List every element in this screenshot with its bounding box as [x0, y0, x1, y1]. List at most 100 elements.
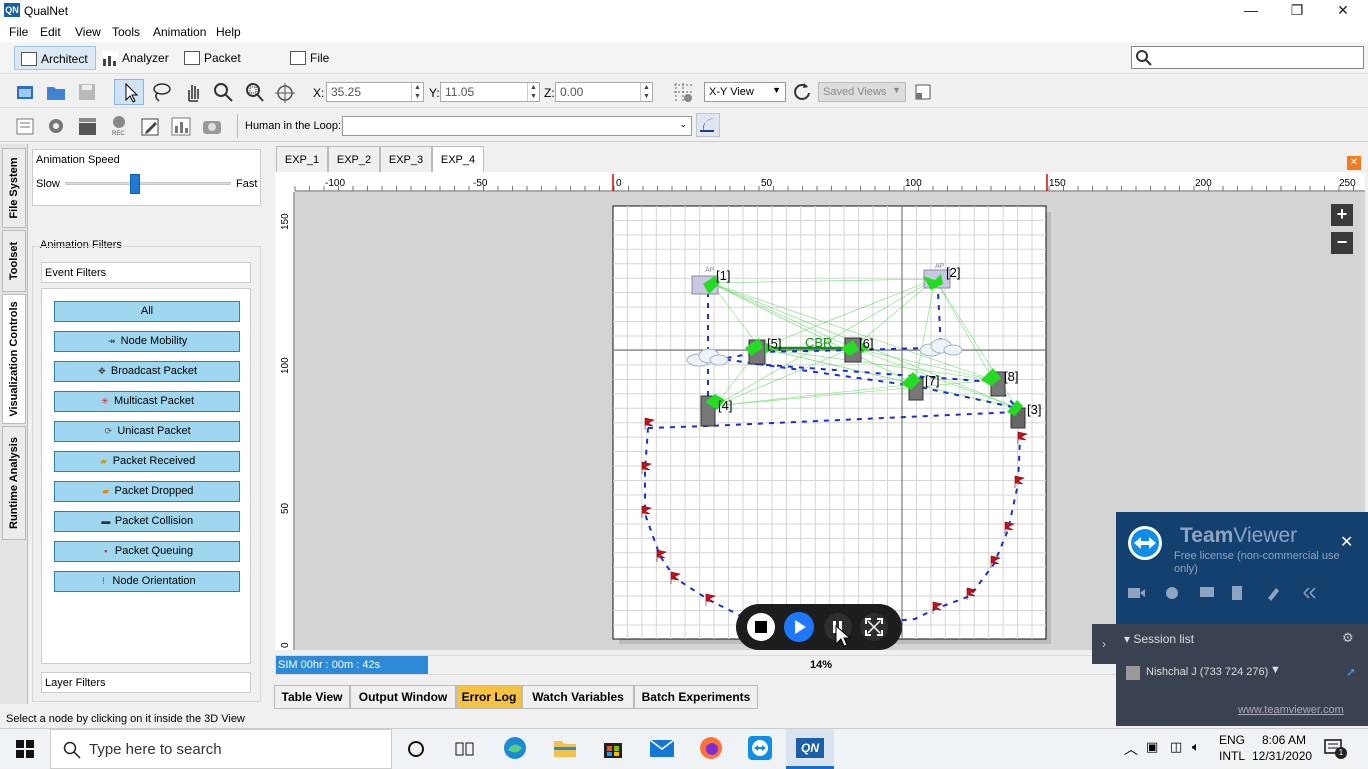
file-editor-button[interactable]: File Editor [284, 46, 368, 89]
properties-icon[interactable] [14, 115, 36, 137]
hitl-send-icon[interactable] [696, 113, 720, 137]
menu-file[interactable]: File [9, 25, 28, 39]
z-field[interactable]: 0.00 ▲ ▼ [555, 82, 653, 102]
settings-gear-icon[interactable] [45, 115, 67, 137]
chevron-down-icon[interactable]: ▼ [1270, 664, 1281, 676]
new-scenario-icon[interactable] [14, 81, 36, 103]
zoom-area-icon[interactable] [243, 81, 265, 103]
analyzer-button[interactable]: Analyzer [96, 46, 176, 70]
tab-table-view[interactable]: Table View [274, 685, 350, 709]
y-field[interactable]: 11.05 ▲ ▼ [440, 82, 540, 102]
teamviewer-collapse-handle[interactable]: › [1092, 624, 1116, 664]
select-tool-button[interactable] [114, 79, 144, 105]
menu-view[interactable]: View [75, 25, 101, 39]
filter-packet-dropped-button[interactable]: ▰ Packet Dropped [54, 481, 240, 502]
pan-hand-icon[interactable] [182, 81, 204, 103]
chevron-up-icon[interactable]: ︿ [1124, 739, 1138, 759]
x-field[interactable]: 35.25 ▲ ▼ [326, 82, 424, 102]
y-spinner[interactable]: ▲ ▼ [527, 83, 539, 101]
session-list-title[interactable]: ▾ Session list [1124, 632, 1194, 646]
play-button[interactable] [784, 612, 814, 642]
filter-multicast-packet-button[interactable]: ✳ Multicast Packet [54, 391, 240, 412]
tab-file-system[interactable]: File System [2, 148, 26, 228]
view-select[interactable]: X-Y View ▼ [704, 82, 786, 102]
close-tab-icon[interactable]: ✕ [1347, 156, 1361, 170]
speed-slider-track[interactable] [65, 182, 231, 185]
file-explorer-icon[interactable] [552, 736, 578, 760]
tab-batch-experiments[interactable]: Batch Experiments [634, 685, 758, 709]
edit-pencil-icon[interactable] [139, 115, 161, 137]
fullscreen-button[interactable] [860, 613, 888, 641]
zoom-out-icon[interactable]: − [1331, 232, 1353, 254]
clock-time[interactable]: 8:06 AM [1262, 733, 1306, 747]
menu-edit[interactable]: Edit [40, 25, 61, 39]
firefox-icon[interactable] [698, 735, 724, 761]
network-icon[interactable]: ◫ [1170, 739, 1182, 755]
language-top[interactable]: ENG [1219, 733, 1245, 747]
tab-exp-4[interactable]: EXP_4 [432, 146, 484, 173]
saved-views-select[interactable]: Saved Views ▼ [818, 82, 906, 102]
z-spinner[interactable]: ▲ ▼ [640, 83, 652, 101]
teamviewer-action-icons[interactable] [1128, 584, 1336, 602]
open-icon[interactable] [45, 81, 67, 103]
camera-icon[interactable] [201, 115, 223, 137]
task-view-icon[interactable] [454, 739, 476, 759]
rotate-icon[interactable] [274, 81, 296, 103]
cortana-icon[interactable] [406, 739, 426, 759]
device-icon[interactable]: ▣ [1146, 739, 1158, 755]
lasso-icon[interactable] [150, 81, 172, 103]
language-bottom[interactable]: INTL [1219, 749, 1245, 763]
close-window-button[interactable]: ✕ [1320, 0, 1366, 22]
grid-settings-icon[interactable] [672, 81, 694, 103]
store-icon[interactable] [601, 736, 625, 760]
close-icon[interactable]: ✕ [1340, 532, 1353, 552]
tab-toolset[interactable]: Toolset [2, 230, 26, 292]
filter-node-orientation-button[interactable]: ǃ Node Orientation [54, 571, 240, 592]
minimize-button[interactable]: — [1228, 0, 1274, 22]
filter-all-button[interactable]: All [54, 301, 240, 322]
stop-button[interactable] [747, 613, 775, 641]
teamviewer-url[interactable]: www.teamviewer.com [1238, 704, 1344, 716]
volume-icon[interactable]: 🔈︎ [1192, 739, 1200, 755]
filter-packet-queuing-button[interactable]: ▪ Packet Queuing [54, 541, 240, 562]
mail-icon[interactable] [649, 737, 675, 759]
hitl-input[interactable]: ⌄ [342, 116, 692, 136]
layer-filters-header[interactable]: Layer Filters [41, 672, 251, 693]
teamviewer-taskbar-icon[interactable] [747, 735, 773, 761]
zoom-icon[interactable] [212, 81, 234, 103]
restore-button[interactable]: ❐ [1274, 0, 1320, 22]
tab-exp-1[interactable]: EXP_1 [276, 146, 328, 172]
filter-packet-received-button[interactable]: ▰ Packet Received [54, 451, 240, 472]
record-icon[interactable]: REC [108, 114, 130, 136]
architect-button[interactable]: Architect [14, 46, 96, 70]
tab-error-log[interactable]: Error Log [456, 685, 522, 709]
tab-runtime-analysis[interactable]: Runtime Analysis [2, 426, 26, 540]
speed-slider-thumb[interactable] [129, 174, 140, 194]
menu-tools[interactable]: Tools [112, 25, 140, 39]
edge-browser-icon[interactable] [502, 735, 528, 761]
tab-output-window[interactable]: Output Window [350, 685, 456, 709]
clock-date[interactable]: 12/31/2020 [1252, 749, 1312, 763]
tab-exp-2[interactable]: EXP_2 [328, 146, 380, 172]
stats-chart-icon[interactable] [170, 115, 192, 137]
settings-gear-icon[interactable]: ⚙ [1342, 630, 1354, 646]
tab-visualization-controls[interactable]: Visualization Controls [2, 294, 26, 424]
session-user[interactable]: Nishchal J (733 724 276) [1146, 666, 1268, 678]
menu-animation[interactable]: Animation [153, 25, 206, 39]
tab-exp-3[interactable]: EXP_3 [380, 146, 432, 172]
filter-unicast-packet-button[interactable]: ⟳ Unicast Packet [54, 421, 240, 442]
tab-watch-variables[interactable]: Watch Variables [522, 685, 634, 709]
x-spinner[interactable]: ▲ ▼ [411, 83, 423, 101]
window-layout-icon[interactable] [912, 81, 934, 103]
clapperboard-icon[interactable] [76, 115, 98, 137]
menu-help[interactable]: Help [216, 25, 241, 39]
zoom-in-icon[interactable]: + [1331, 204, 1353, 226]
filter-broadcast-packet-button[interactable]: ✥ Broadcast Packet [54, 361, 240, 382]
save-icon[interactable] [76, 81, 98, 103]
windows-start-icon[interactable] [16, 740, 34, 758]
search-input[interactable] [1131, 46, 1364, 69]
qualnet-taskbar-button[interactable]: QN [786, 729, 834, 769]
notifications-button[interactable]: 1 [1324, 739, 1347, 759]
packet-tracer-button[interactable]: Packet Tracer [178, 46, 282, 89]
reset-view-icon[interactable] [791, 81, 813, 103]
